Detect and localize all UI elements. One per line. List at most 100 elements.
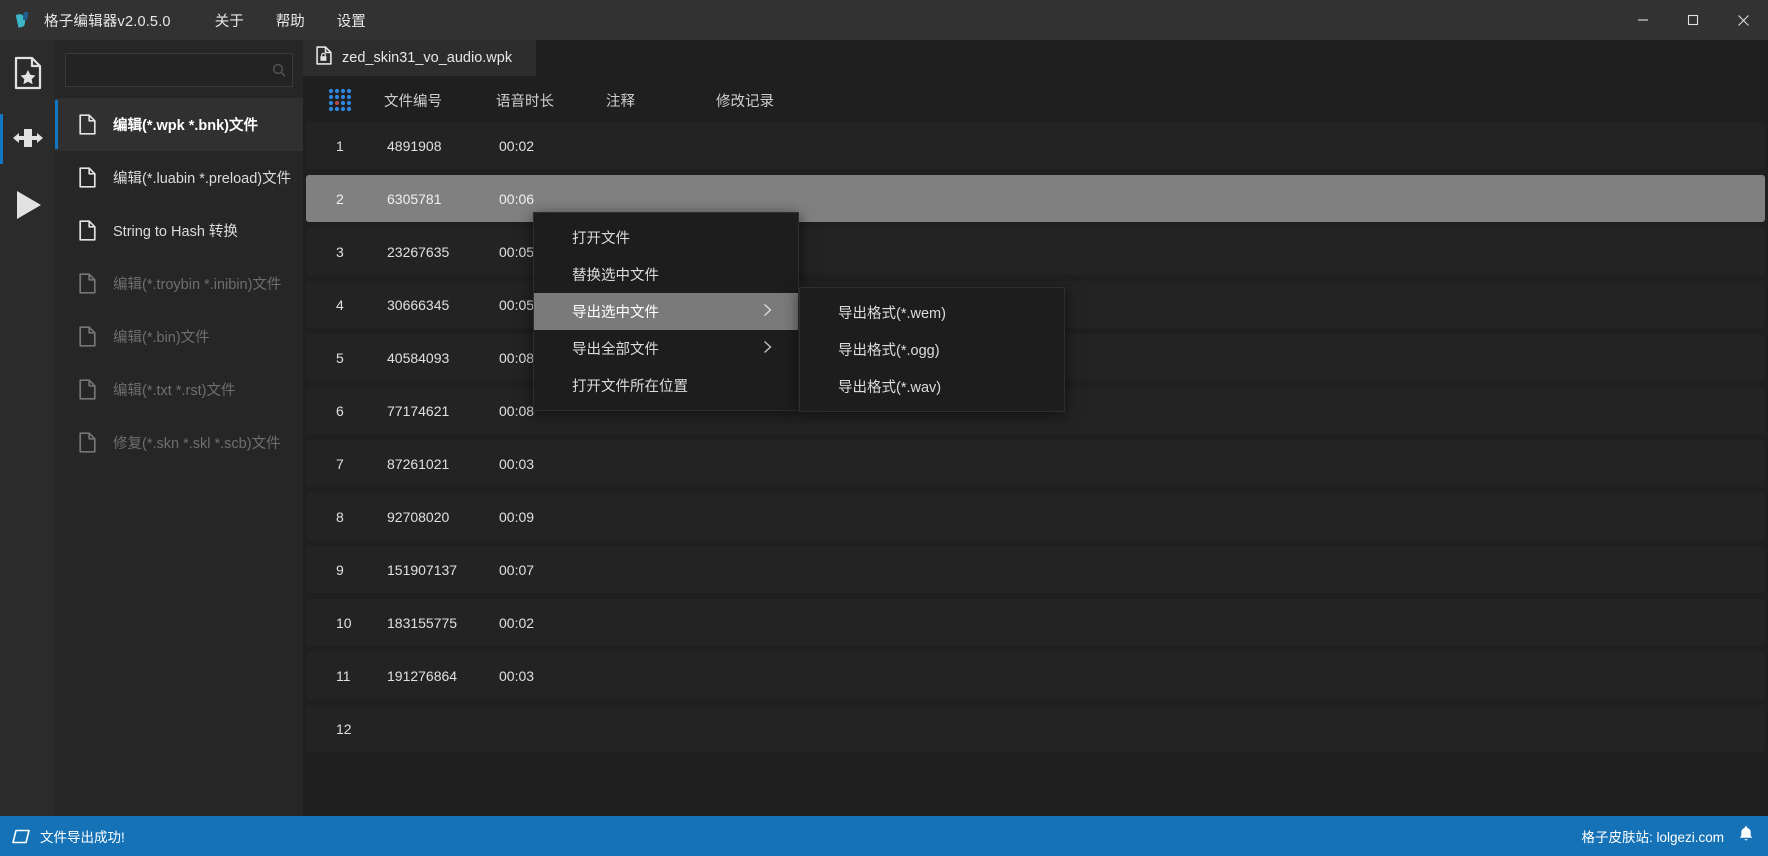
- row-duration: 00:09: [499, 509, 534, 525]
- status-right-group: 格子皮肤站: lolgezi.com: [1581, 825, 1754, 847]
- close-button[interactable]: [1718, 0, 1768, 40]
- sidebar-item-label: 编辑(*.txt *.rst)文件: [113, 379, 235, 400]
- row-duration: 00:03: [499, 668, 534, 684]
- row-duration: 00:08: [499, 403, 534, 419]
- sidebar-item-string-to-hash[interactable]: String to Hash 转换: [55, 204, 303, 257]
- context-menu-item-label: 导出全部文件: [572, 338, 659, 359]
- table-row[interactable]: 12: [306, 705, 1765, 752]
- status-window-icon: [12, 829, 30, 844]
- file-icon: [77, 273, 97, 294]
- row-index: 6: [336, 403, 344, 419]
- tab-label: zed_skin31_vo_audio.wpk: [342, 50, 512, 66]
- status-site-link[interactable]: 格子皮肤站: lolgezi.com: [1581, 826, 1724, 846]
- menu-help[interactable]: 帮助: [260, 2, 321, 39]
- bell-icon[interactable]: [1738, 825, 1754, 847]
- column-header-note[interactable]: 注释: [606, 90, 635, 111]
- file-icon: [77, 220, 97, 241]
- submenu-item-ogg[interactable]: 导出格式(*.ogg): [800, 331, 1064, 368]
- sidebar-item-troybin-inibin[interactable]: 编辑(*.troybin *.inibin)文件: [55, 257, 303, 310]
- sidebar-item-label: 修复(*.skn *.skl *.scb)文件: [113, 432, 281, 453]
- row-file-id: 30666345: [387, 297, 449, 313]
- file-icon: [77, 326, 97, 347]
- row-duration: 00:03: [499, 456, 534, 472]
- rail-item-play[interactable]: [0, 172, 55, 238]
- row-file-id: 87261021: [387, 456, 449, 472]
- sidebar-item-skn-skl-scb[interactable]: 修复(*.skn *.skl *.scb)文件: [55, 416, 303, 469]
- context-menu-item-label: 打开文件: [572, 227, 630, 248]
- row-index: 2: [336, 191, 344, 207]
- context-menu-item-open-file[interactable]: 打开文件: [534, 219, 798, 256]
- context-menu-item-replace-selected[interactable]: 替换选中文件: [534, 256, 798, 293]
- menu-about[interactable]: 关于: [199, 2, 260, 39]
- context-menu-item-export-selected[interactable]: 导出选中文件: [534, 293, 798, 330]
- favorites-file-icon: [13, 56, 43, 90]
- sidebar-item-wpk-bnk[interactable]: 编辑(*.wpk *.bnk)文件: [55, 98, 303, 151]
- table-row[interactable]: 8 92708020 00:09: [306, 493, 1765, 540]
- table-row[interactable]: 7 87261021 00:03: [306, 440, 1765, 487]
- file-icon: [77, 432, 97, 453]
- table-row[interactable]: 2 6305781 00:06: [306, 175, 1765, 222]
- table-row[interactable]: 9 151907137 00:07: [306, 546, 1765, 593]
- file-icon: [77, 114, 97, 135]
- submenu-item-wav[interactable]: 导出格式(*.wav): [800, 368, 1064, 405]
- row-file-id: 40584093: [387, 350, 449, 366]
- sidebar-item-label: 编辑(*.troybin *.inibin)文件: [113, 273, 281, 294]
- table-row[interactable]: 3 23267635 00:05: [306, 228, 1765, 275]
- file-icon: [77, 167, 97, 188]
- row-file-id: 4891908: [387, 138, 442, 154]
- context-menu-item-export-all[interactable]: 导出全部文件: [534, 330, 798, 367]
- sidebar-item-label: 编辑(*.luabin *.preload)文件: [113, 167, 291, 188]
- icon-rail: [0, 40, 55, 816]
- export-format-submenu: 导出格式(*.wem) 导出格式(*.ogg) 导出格式(*.wav): [799, 287, 1065, 412]
- table-row[interactable]: 1 4891908 00:02: [306, 122, 1765, 169]
- context-menu-item-label: 导出选中文件: [572, 301, 659, 322]
- tab-wpk-file[interactable]: zed_skin31_vo_audio.wpk: [303, 40, 536, 76]
- search-input[interactable]: [66, 63, 266, 78]
- submenu-item-wem[interactable]: 导出格式(*.wem): [800, 294, 1064, 331]
- row-file-id: 23267635: [387, 244, 449, 260]
- row-index: 12: [336, 721, 352, 737]
- row-duration: 00:06: [499, 191, 534, 207]
- context-menu-item-label: 打开文件所在位置: [572, 375, 688, 396]
- menu-settings[interactable]: 设置: [321, 2, 382, 39]
- search-box[interactable]: [65, 53, 293, 87]
- menu-bar: 关于 帮助 设置: [199, 2, 382, 39]
- table-row[interactable]: 10 183155775 00:02: [306, 599, 1765, 646]
- table-row[interactable]: 11 191276864 00:03: [306, 652, 1765, 699]
- submenu-item-label: 导出格式(*.wav): [838, 376, 941, 397]
- column-header-duration[interactable]: 语音时长: [496, 90, 554, 111]
- row-index: 9: [336, 562, 344, 578]
- context-menu-item-label: 替换选中文件: [572, 264, 659, 285]
- row-index: 5: [336, 350, 344, 366]
- title-bar: 格子编辑器v2.0.5.0 关于 帮助 设置: [0, 0, 1768, 40]
- sidebar-item-label: 编辑(*.bin)文件: [113, 326, 210, 347]
- column-header-file-id[interactable]: 文件编号: [384, 90, 442, 111]
- chevron-right-icon: [763, 303, 772, 321]
- row-index: 1: [336, 138, 344, 154]
- sidebar-nav: 编辑(*.wpk *.bnk)文件 编辑(*.luabin *.preload)…: [55, 98, 303, 469]
- row-file-id: 183155775: [387, 615, 457, 631]
- status-bar: 文件导出成功! 格子皮肤站: lolgezi.com: [0, 816, 1768, 856]
- sidebar-item-txt-rst[interactable]: 编辑(*.txt *.rst)文件: [55, 363, 303, 416]
- maximize-button[interactable]: [1668, 0, 1718, 40]
- row-index: 11: [336, 668, 351, 684]
- search-icon[interactable]: [266, 63, 292, 77]
- context-menu-item-open-file-location[interactable]: 打开文件所在位置: [534, 367, 798, 404]
- row-file-id: 92708020: [387, 509, 449, 525]
- column-header-history[interactable]: 修改记录: [716, 90, 774, 111]
- row-duration: 00:02: [499, 615, 534, 631]
- rail-item-plugins[interactable]: [0, 106, 55, 172]
- row-index: 7: [336, 456, 344, 472]
- rail-item-favorites[interactable]: [0, 40, 55, 106]
- sidebar-item-bin[interactable]: 编辑(*.bin)文件: [55, 310, 303, 363]
- sidebar-item-label: 编辑(*.wpk *.bnk)文件: [113, 114, 258, 135]
- row-duration: 00:05: [499, 297, 534, 313]
- context-menu: 打开文件 替换选中文件 导出选中文件 导出全部文件 打开文件所在位置: [533, 212, 799, 411]
- minimize-button[interactable]: [1618, 0, 1668, 40]
- sidebar-item-luabin-preload[interactable]: 编辑(*.luabin *.preload)文件: [55, 151, 303, 204]
- grid-columns-icon[interactable]: [325, 87, 355, 113]
- app-logo-icon: [14, 10, 34, 30]
- row-index: 8: [336, 509, 344, 525]
- file-table: 1 4891908 00:02 2 6305781 00:06 3 232676…: [303, 122, 1768, 774]
- row-file-id: 6305781: [387, 191, 442, 207]
